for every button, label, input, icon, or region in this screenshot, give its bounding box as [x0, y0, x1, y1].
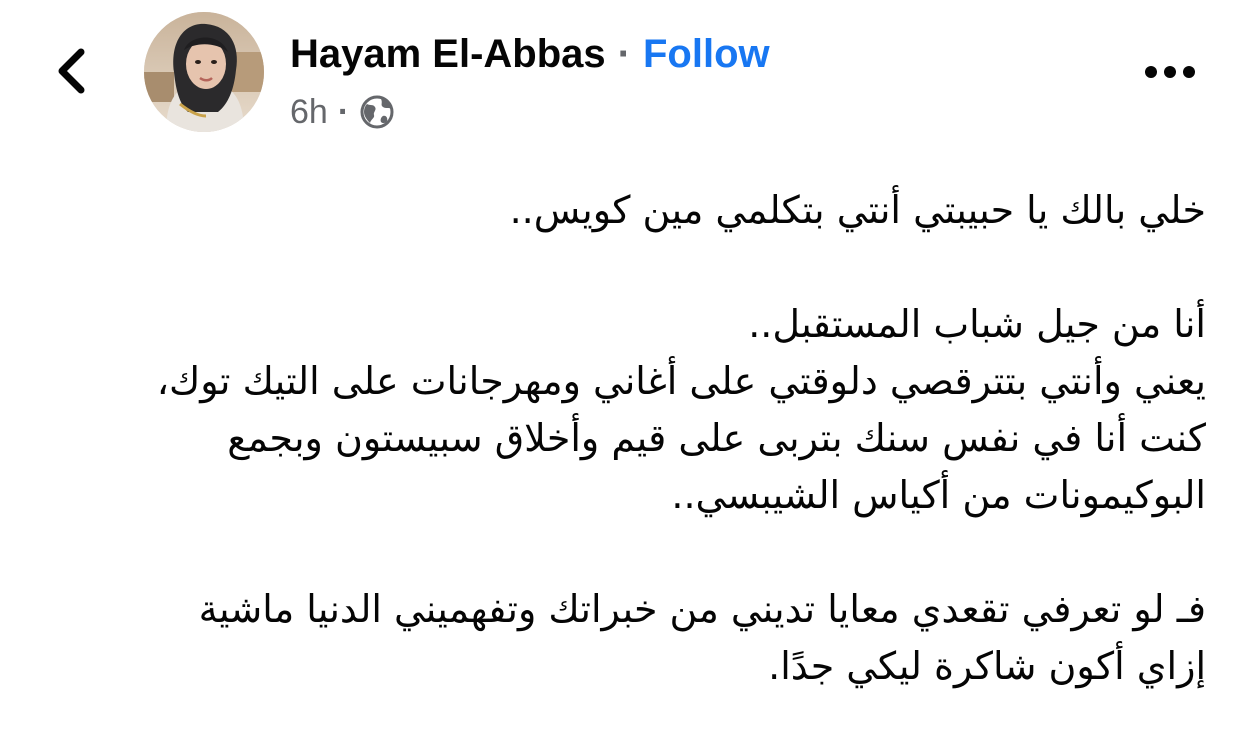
more-horizontal-icon	[1145, 66, 1195, 78]
profile-photo	[144, 12, 264, 132]
chevron-left-icon	[58, 48, 85, 94]
post-line: أنا من جيل شباب المستقبل..	[748, 302, 1206, 346]
author-name[interactable]: Hayam El-Abbas	[290, 32, 606, 77]
post-text: خلي بالك يا حبيبتي أنتي بتكلمي مين كويس.…	[60, 182, 1206, 695]
separator-dot: ·	[617, 31, 631, 76]
post-line: خلي بالك يا حبيبتي أنتي بتكلمي مين كويس.…	[509, 188, 1206, 232]
follow-button[interactable]: Follow	[643, 32, 770, 77]
post-line: إزاي أكون شاكرة ليكي جدًا.	[768, 644, 1206, 688]
post-line: يعني وأنتي بتترقصي دلوقتي على أغاني ومهر…	[156, 359, 1206, 403]
meta-separator-dot: ·	[337, 92, 350, 131]
post-line: البوكيمونات من أكياس الشيبسي..	[671, 473, 1206, 517]
post-line: كنت أنا في نفس سنك بتربى على قيم وأخلاق …	[227, 416, 1206, 460]
audience-button[interactable]	[359, 94, 395, 130]
post-paragraph: أنا من جيل شباب المستقبل.. يعني وأنتي بت…	[60, 296, 1206, 524]
back-button[interactable]	[46, 46, 96, 96]
avatar[interactable]	[144, 12, 264, 132]
post-meta: 6h ·	[290, 88, 395, 136]
author-line: Hayam El-Abbas · Follow	[290, 26, 770, 82]
post-page: Hayam El-Abbas · Follow 6h · خلي بالك يا…	[0, 0, 1242, 754]
post-paragraph: خلي بالك يا حبيبتي أنتي بتكلمي مين كويس.…	[60, 182, 1206, 239]
post-paragraph: فـ لو تعرفي تقعدي معايا تديني من خبراتك …	[60, 581, 1206, 695]
post-line: فـ لو تعرفي تقعدي معايا تديني من خبراتك …	[198, 587, 1206, 631]
post-timestamp[interactable]: 6h	[290, 93, 328, 132]
more-options-button[interactable]	[1140, 52, 1200, 92]
globe-icon	[360, 95, 394, 129]
